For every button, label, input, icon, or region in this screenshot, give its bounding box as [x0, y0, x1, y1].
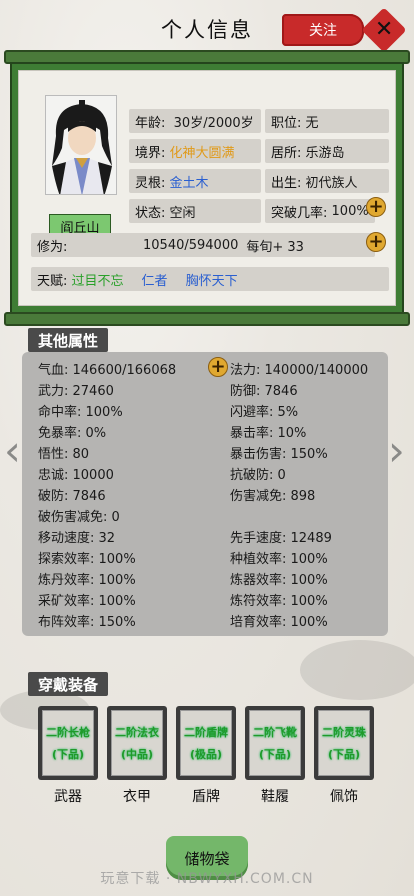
- equipment-name: 二阶盾牌: [184, 726, 228, 739]
- attribute-row: 暴击率: 10%: [230, 426, 307, 441]
- equipment-name: 二阶法衣: [115, 726, 159, 739]
- attribute-row: 先手速度: 12489: [230, 531, 332, 546]
- talent-tag: 过目不忘: [71, 273, 124, 289]
- realm-field: 境界: 化神大圆满: [129, 139, 261, 163]
- cultivation-plus-button[interactable]: +: [366, 232, 386, 252]
- breakthrough-value: 100%: [331, 203, 369, 219]
- attributes-section-title: 其他属性: [28, 328, 109, 352]
- hp-plus-button[interactable]: +: [208, 357, 228, 377]
- next-arrow-icon[interactable]: ›: [388, 430, 405, 472]
- equipment-slot-boots[interactable]: 二阶飞靴 (下品): [245, 706, 305, 780]
- equipment-section-title: 穿戴装备: [28, 672, 109, 696]
- equipment-slot-shield[interactable]: 二阶盾牌 (极品): [176, 706, 236, 780]
- attribute-row: 炼丹效率: 100%: [38, 573, 136, 588]
- residence-field: 居所: 乐游岛: [265, 139, 389, 163]
- equipment-slot-label: 佩饰: [330, 789, 358, 805]
- plus-icon: +: [210, 356, 226, 377]
- attribute-row: 暴击伤害: 150%: [230, 447, 328, 462]
- equipment-grade: (中品): [120, 748, 154, 761]
- equipment-name: 二阶灵珠: [322, 726, 366, 739]
- status-field: 状态: 空闲: [129, 199, 261, 223]
- equipment-grade: (下品): [327, 748, 361, 761]
- talent-tag: 胸怀天下: [185, 273, 238, 289]
- attribute-row: 防御: 7846: [230, 384, 298, 399]
- scroll-paper: 阎丘山 年龄: 30岁/2000岁 职位: 无 境界: 化神大圆满 居所: 乐游…: [18, 70, 396, 306]
- attribute-row: 抗破防: 0: [230, 468, 286, 483]
- equipment-grade: (下品): [51, 748, 85, 761]
- age-field: 年龄: 30岁/2000岁: [129, 109, 261, 133]
- scroll-body: 阎丘山 年龄: 30岁/2000岁 职位: 无 境界: 化神大圆满 居所: 乐游…: [10, 62, 404, 314]
- equipment-slot-accessory[interactable]: 二阶灵珠 (下品): [314, 706, 374, 780]
- age-value: 30岁/2000岁: [173, 115, 254, 131]
- attribute-row: 法力: 140000/140000: [230, 363, 369, 378]
- character-portrait[interactable]: [45, 95, 117, 195]
- attribute-row: 移动速度: 32: [38, 531, 116, 546]
- attribute-row: 伤害减免: 898: [230, 489, 316, 504]
- character-info-scroll: 阎丘山 年龄: 30岁/2000岁 职位: 无 境界: 化神大圆满 居所: 乐游…: [4, 50, 410, 326]
- talent-field: 天赋: 过目不忘 仁者 胸怀天下: [31, 267, 389, 291]
- birth-field: 出生: 初代族人: [265, 169, 389, 193]
- attribute-row: 种植效率: 100%: [230, 552, 328, 567]
- attribute-row: 探索效率: 100%: [38, 552, 136, 567]
- close-icon: ✕: [374, 17, 394, 42]
- attribute-row: 炼符效率: 100%: [230, 594, 328, 609]
- attribute-row: 闪避率: 5%: [230, 405, 299, 420]
- talent-tag: 仁者: [141, 273, 168, 289]
- attribute-row: 布阵效率: 150%: [38, 615, 136, 630]
- residence-value: 乐游岛: [305, 145, 345, 161]
- realm-value: 化神大圆满: [169, 145, 235, 161]
- plus-icon: +: [368, 196, 384, 217]
- plus-icon: +: [368, 231, 384, 252]
- equipment-grade: (极品): [189, 748, 223, 761]
- attribute-row: 免暴率: 0%: [38, 426, 107, 441]
- cultivation-rate: 每旬+ 33: [246, 239, 304, 255]
- breakthrough-field: 突破几率: 100%: [265, 199, 375, 223]
- spirit-root-field: 灵根: 金土木: [129, 169, 261, 193]
- cultivation-field: 修为: 10540/594000 每旬+ 33: [31, 233, 375, 257]
- equipment-name: 二阶飞靴: [253, 726, 297, 739]
- scroll-rod-bottom: [4, 312, 410, 326]
- breakthrough-plus-button[interactable]: +: [366, 197, 386, 217]
- equipment-slot-label: 衣甲: [123, 789, 151, 805]
- follow-button[interactable]: 关注: [282, 14, 364, 46]
- equipment-slot-label: 盾牌: [192, 789, 220, 805]
- attribute-row: 破防: 7846: [38, 489, 106, 504]
- status-value: 空闲: [169, 205, 196, 221]
- position-value: 无: [305, 115, 319, 131]
- equipment-slot-label: 武器: [54, 789, 82, 805]
- attribute-row: 破伤害减免: 0: [38, 510, 120, 525]
- equipment-name: 二阶长枪: [46, 726, 90, 739]
- equipment-grade: (下品): [258, 748, 292, 761]
- attributes-panel: 气血: 146600/166068 武力: 27460 命中率: 100% 免暴…: [22, 352, 388, 636]
- attribute-row: 武力: 27460: [38, 384, 114, 399]
- attribute-row: 气血: 146600/166068: [38, 363, 177, 378]
- attribute-row: 炼器效率: 100%: [230, 573, 328, 588]
- equipment-slot-label: 鞋履: [261, 789, 289, 805]
- cultivation-value: 10540/594000: [143, 237, 239, 253]
- attribute-row: 培育效率: 100%: [230, 615, 328, 630]
- spirit-root-value: 金土木: [169, 175, 209, 191]
- watermark: 玩意下载 · NBWYXH.COM.CN: [100, 871, 314, 887]
- attribute-row: 悟性: 80: [38, 447, 90, 462]
- equipment-slot-armor[interactable]: 二阶法衣 (中品): [107, 706, 167, 780]
- equipment-slot-weapon[interactable]: 二阶长枪 (下品): [38, 706, 98, 780]
- ink-splash-decoration: [300, 640, 414, 700]
- previous-arrow-icon[interactable]: ‹: [4, 430, 21, 472]
- attribute-row: 采矿效率: 100%: [38, 594, 136, 609]
- attribute-row: 忠诚: 10000: [38, 468, 114, 483]
- position-field: 职位: 无: [265, 109, 389, 133]
- attribute-row: 命中率: 100%: [38, 405, 123, 420]
- birth-value: 初代族人: [305, 175, 358, 191]
